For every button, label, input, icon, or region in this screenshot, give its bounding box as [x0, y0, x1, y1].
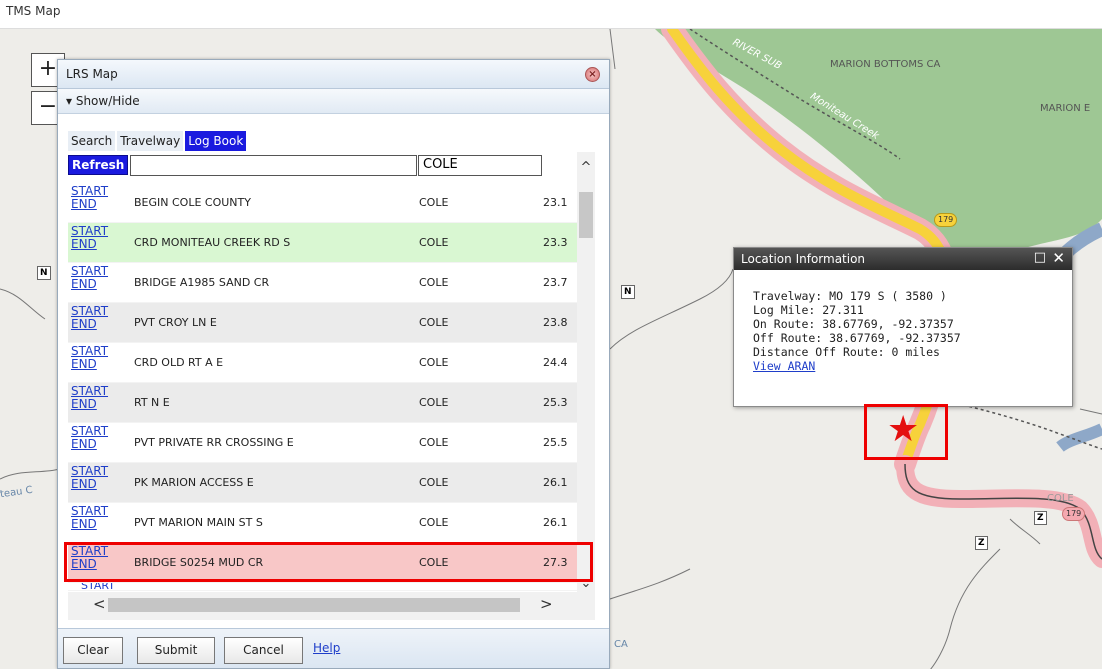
map-label-cole: COLE [1047, 493, 1074, 504]
row-log-mile: 23.7 [543, 276, 568, 289]
table-row[interactable]: START END BEGIN COLE COUNTY COLE 23.1 [68, 183, 585, 223]
row-county: COLE [419, 276, 449, 289]
show-hide-toggle[interactable]: ▾ Show/Hide [58, 89, 609, 114]
row-county: COLE [419, 316, 449, 329]
table-row[interactable]: START END PVT PRIVATE RR CROSSING E COLE … [68, 423, 585, 463]
row-log-mile: 23.3 [543, 236, 568, 249]
end-link[interactable]: END [71, 478, 108, 491]
end-link[interactable]: END [71, 518, 108, 531]
map-label-marion-e: MARION E [1040, 103, 1091, 114]
table-row[interactable]: START END PVT MARION MAIN ST S COLE 26.1 [68, 503, 585, 543]
end-link[interactable]: END [71, 278, 108, 291]
county-input[interactable]: COLE [418, 155, 542, 176]
table-row-partial[interactable]: START [68, 583, 585, 591]
vertical-scrollbar[interactable]: ^ ⌄ [577, 152, 595, 592]
selected-row-highlight-box [64, 542, 593, 582]
lrs-tabs: Search Travelway Log Book [68, 131, 247, 151]
table-row[interactable]: START END BRIDGE A1985 SAND CR COLE 23.7 [68, 263, 585, 303]
table-row[interactable]: START END PVT CROY LN E COLE 23.8 [68, 303, 585, 343]
location-info-popup: Location Information □ ✕ Travelway: MO 1… [733, 247, 1073, 407]
app-title: TMS Map [6, 4, 61, 18]
route-shield-n-left: N [37, 266, 51, 280]
row-description: RT N E [134, 396, 170, 409]
route-badge-179-south: 179 [1062, 507, 1086, 521]
row-description: CRD OLD RT A E [134, 356, 224, 369]
map-label-ca: CA [614, 639, 628, 650]
tab-search[interactable]: Search [68, 131, 116, 151]
location-marker-star-icon[interactable]: ★ [887, 410, 919, 450]
row-log-mile: 23.8 [543, 316, 568, 329]
end-link[interactable]: END [71, 398, 108, 411]
row-description: BRIDGE A1985 SAND CR [134, 276, 270, 289]
lrs-panel-header: LRS Map × [58, 60, 609, 89]
location-info-header: Location Information □ ✕ [734, 248, 1072, 270]
close-icon[interactable]: ✕ [1052, 249, 1065, 267]
route-shield-n: N [621, 285, 635, 299]
scroll-left-icon[interactable]: < [93, 595, 106, 613]
row-county: COLE [419, 516, 449, 529]
lrs-panel-title: LRS Map [66, 67, 118, 81]
tab-travelway[interactable]: Travelway [117, 131, 184, 151]
row-log-mile: 26.1 [543, 516, 568, 529]
submit-button[interactable]: Submit [137, 637, 215, 664]
row-log-mile: 24.4 [543, 356, 568, 369]
row-description: CRD MONITEAU CREEK RD S [134, 236, 291, 249]
row-log-mile: 23.1 [543, 196, 568, 209]
route-badge-179: 179 [934, 213, 958, 227]
maximize-icon[interactable]: □ [1034, 250, 1046, 265]
end-link[interactable]: END [71, 238, 108, 251]
table-row[interactable]: START END RT N E COLE 25.3 [68, 383, 585, 423]
clear-button[interactable]: Clear [63, 637, 123, 664]
cancel-button[interactable]: Cancel [224, 637, 303, 664]
end-link[interactable]: END [71, 198, 108, 211]
row-county: COLE [419, 356, 449, 369]
vertical-scroll-thumb[interactable] [579, 192, 593, 238]
start-link-partial[interactable]: START [81, 583, 115, 589]
close-icon[interactable]: × [585, 67, 600, 82]
horizontal-scrollbar[interactable]: < > [68, 592, 595, 620]
end-link[interactable]: END [71, 358, 108, 371]
row-description: BEGIN COLE COUNTY [134, 196, 251, 209]
location-info-title: Location Information [741, 252, 866, 266]
log-mile-text: Log Mile: 27.311 [753, 303, 864, 317]
travelway-text: Travelway: MO 179 S ( 3580 ) [753, 289, 947, 303]
map-label-marion-bottoms: MARION BOTTOMS CA [830, 59, 941, 70]
row-log-mile: 25.3 [543, 396, 568, 409]
row-log-mile: 26.1 [543, 476, 568, 489]
row-county: COLE [419, 236, 449, 249]
log-book-table: START END BEGIN COLE COUNTY COLE 23.1 STA… [68, 183, 585, 591]
search-input[interactable] [130, 155, 417, 176]
row-description: PK MARION ACCESS E [134, 476, 254, 489]
tab-log-book[interactable]: Log Book [185, 131, 247, 151]
location-info-body: Travelway: MO 179 S ( 3580 ) Log Mile: 2… [734, 270, 1072, 392]
refresh-button[interactable]: Refresh [68, 155, 129, 175]
view-aran-link[interactable]: View ARAN [753, 359, 815, 373]
row-county: COLE [419, 396, 449, 409]
row-description: PVT CROY LN E [134, 316, 217, 329]
scroll-right-icon[interactable]: > [540, 595, 553, 613]
table-row[interactable]: START END PK MARION ACCESS E COLE 26.1 [68, 463, 585, 503]
off-route-text: Off Route: 38.67769, -92.37357 [753, 331, 961, 345]
scroll-up-icon[interactable]: ^ [579, 160, 593, 175]
route-shield-z-south: Z [975, 536, 988, 550]
row-log-mile: 25.5 [543, 436, 568, 449]
row-county: COLE [419, 436, 449, 449]
table-row[interactable]: START END CRD OLD RT A E COLE 24.4 [68, 343, 585, 383]
end-link[interactable]: END [71, 438, 108, 451]
row-county: COLE [419, 476, 449, 489]
route-shield-z: Z [1034, 511, 1047, 525]
help-link[interactable]: Help [313, 641, 340, 655]
row-description: PVT PRIVATE RR CROSSING E [134, 436, 294, 449]
distance-off-route-text: Distance Off Route: 0 miles [753, 345, 940, 359]
row-description: PVT MARION MAIN ST S [134, 516, 263, 529]
table-row[interactable]: START END CRD MONITEAU CREEK RD S COLE 23… [68, 223, 585, 263]
lrs-panel-footer: Clear Submit Cancel Help [58, 628, 609, 668]
horizontal-scroll-thumb[interactable] [108, 598, 520, 612]
end-link[interactable]: END [71, 318, 108, 331]
row-county: COLE [419, 196, 449, 209]
on-route-text: On Route: 38.67769, -92.37357 [753, 317, 954, 331]
